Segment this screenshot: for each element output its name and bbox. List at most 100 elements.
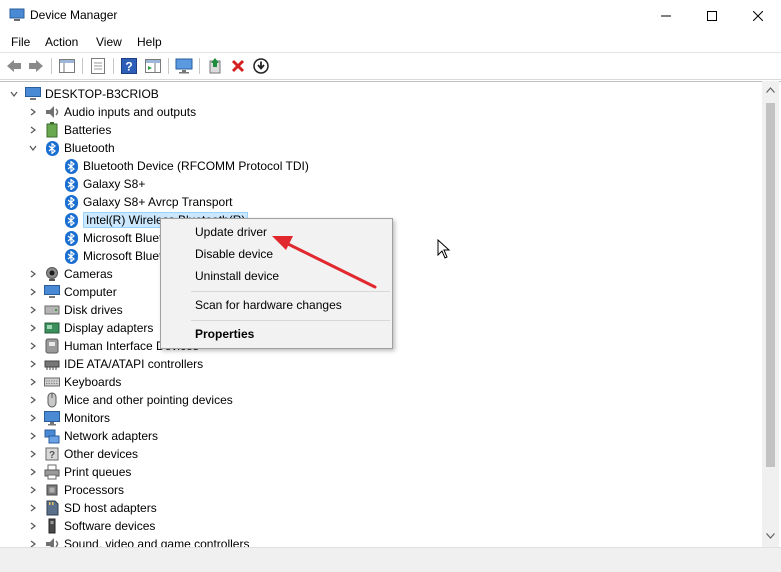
category-other-devices[interactable]: ? Other devices [44,445,138,463]
menu-properties[interactable]: Properties [195,327,254,341]
sd-icon [44,500,60,516]
device-label: Bluetooth Device (RFCOMM Protocol TDI) [83,159,309,173]
scrollbar-thumb[interactable] [766,103,775,467]
category-label: Other devices [64,447,139,461]
category-network[interactable]: Network adapters [44,427,158,445]
menu-help[interactable]: Help [137,35,162,49]
properties-icon[interactable] [89,57,107,75]
action-pane-icon[interactable] [144,57,162,75]
category-bluetooth[interactable]: Bluetooth [44,139,115,157]
expand-icon[interactable] [28,517,38,535]
menu-scan-hardware[interactable]: Scan for hardware changes [195,298,342,312]
category-display-adapters[interactable]: Display adapters [44,319,153,337]
category-cameras[interactable]: Cameras [44,265,113,283]
horizontal-scrollbar[interactable] [0,547,781,572]
vertical-scrollbar[interactable] [762,81,779,547]
update-driver-icon[interactable] [206,57,224,75]
display-icon [44,320,60,336]
menu-uninstall-device[interactable]: Uninstall device [195,269,279,283]
category-computer[interactable]: Computer [44,283,117,301]
close-button[interactable] [735,0,781,31]
hid-icon [44,338,60,354]
scroll-up-icon[interactable] [766,87,775,93]
help-icon[interactable]: ? [120,57,138,75]
menu-disable-device[interactable]: Disable device [195,247,273,261]
category-label: Sound, video and game controllers [64,537,250,547]
tree-root[interactable]: DESKTOP-B3CRIOB [25,85,159,103]
category-label: Computer [64,285,117,299]
category-sound[interactable]: Sound, video and game controllers [44,535,249,547]
expand-icon[interactable] [28,463,38,481]
context-menu: Update driver Disable device Uninstall d… [160,218,393,349]
network-icon [44,428,60,444]
expand-icon[interactable] [28,283,38,301]
mouse-cursor-icon [437,239,451,259]
category-ide[interactable]: IDE ATA/ATAPI controllers [44,355,203,373]
show-hide-console-tree-icon[interactable] [58,57,76,75]
category-label: Audio inputs and outputs [64,105,197,119]
minimize-button[interactable] [643,0,689,31]
category-sd-host[interactable]: SD host adapters [44,499,157,517]
device-item[interactable]: Galaxy S8+ Avrcp Transport [63,193,233,211]
window-title: Device Manager [30,8,118,22]
bluetooth-icon [63,176,79,192]
svg-text:?: ? [125,60,132,74]
collapse-root-icon[interactable] [9,85,19,103]
bluetooth-icon [63,158,79,174]
category-batteries[interactable]: Batteries [44,121,111,139]
menu-file[interactable]: File [11,35,30,49]
category-label: Mice and other pointing devices [64,393,233,407]
category-mice[interactable]: Mice and other pointing devices [44,391,233,409]
expand-icon[interactable] [28,355,38,373]
bluetooth-icon [63,230,79,246]
uninstall-icon[interactable] [229,57,247,75]
category-disk-drives[interactable]: Disk drives [44,301,123,319]
bluetooth-icon [63,212,79,228]
maximize-button[interactable] [689,0,735,31]
category-processors[interactable]: Processors [44,481,124,499]
expand-icon[interactable] [28,481,38,499]
expand-icon[interactable] [28,535,38,547]
bluetooth-icon [63,194,79,210]
category-label: IDE ATA/ATAPI controllers [64,357,204,371]
expand-icon[interactable] [28,391,38,409]
forward-icon[interactable] [27,57,45,75]
expand-icon[interactable] [28,319,38,337]
download-icon[interactable] [252,57,270,75]
computer-icon [25,86,41,102]
collapse-icon[interactable] [28,139,38,157]
expand-icon[interactable] [28,121,38,139]
menu-update-driver[interactable]: Update driver [195,225,267,239]
scroll-down-icon[interactable] [766,533,775,539]
ide-icon [44,356,60,372]
device-item[interactable]: Bluetooth Device (RFCOMM Protocol TDI) [63,157,309,175]
expand-icon[interactable] [28,499,38,517]
expand-icon[interactable] [28,427,38,445]
software-icon [44,518,60,534]
expand-icon[interactable] [28,409,38,427]
expand-icon[interactable] [28,301,38,319]
device-label: Galaxy S8+ [83,177,146,191]
category-print-queues[interactable]: Print queues [44,463,131,481]
category-keyboards[interactable]: Keyboards [44,373,121,391]
menu-view[interactable]: View [96,35,122,49]
expand-icon[interactable] [28,265,38,283]
category-monitors[interactable]: Monitors [44,409,110,427]
expand-icon[interactable] [28,445,38,463]
category-label: Monitors [64,411,111,425]
device-item[interactable]: Galaxy S8+ [63,175,145,193]
category-software-devices[interactable]: Software devices [44,517,155,535]
toolbar: ? [0,53,781,80]
category-audio[interactable]: Audio inputs and outputs [44,103,196,121]
menu-action[interactable]: Action [45,35,78,49]
back-icon[interactable] [5,57,23,75]
category-label: Software devices [64,519,156,533]
expand-icon[interactable] [28,103,38,121]
device-label: Galaxy S8+ Avrcp Transport [83,195,233,209]
category-label: Cameras [64,267,113,281]
monitor-icon[interactable] [175,57,193,75]
expand-icon[interactable] [28,337,38,355]
expand-icon[interactable] [28,373,38,391]
category-label: Disk drives [64,303,123,317]
unknown-device-icon: ? [44,446,60,462]
